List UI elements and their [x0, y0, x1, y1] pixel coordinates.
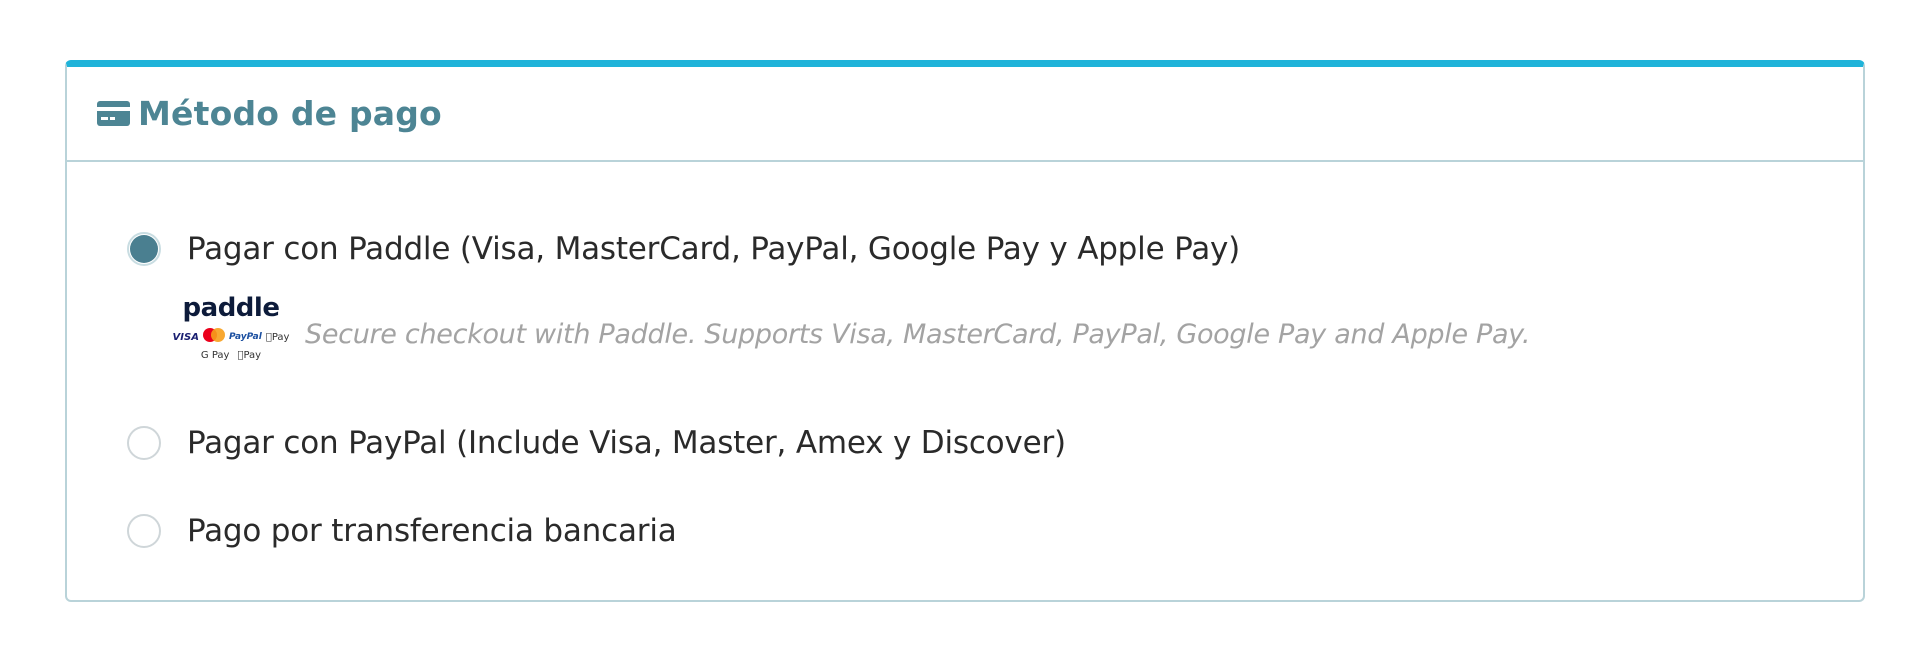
payment-option-paddle[interactable]: Pagar con Paddle (Visa, MasterCard, PayP…	[127, 231, 1240, 267]
paypal-icon: PayPal	[228, 332, 262, 342]
paddle-description: Secure checkout with Paddle. Supports Vi…	[305, 318, 1531, 350]
apple-pay-icon-2: Pay	[237, 349, 261, 361]
radio-dot	[130, 235, 158, 263]
google-pay-icon: G Pay	[200, 349, 230, 361]
payment-method-panel: Método de pago Pagar con Paddle (Visa, M…	[65, 60, 1865, 602]
payment-option-bank-transfer[interactable]: Pago por transferencia bancaria	[127, 513, 677, 549]
panel-title: Método de pago	[138, 94, 442, 133]
option-label-paddle[interactable]: Pagar con Paddle (Visa, MasterCard, PayP…	[187, 231, 1240, 267]
apple-pay-icon: Pay	[266, 331, 290, 343]
radio-bank-transfer[interactable]	[127, 514, 161, 548]
card-brands-row: VISA PayPal Pay	[172, 327, 290, 347]
radio-paypal[interactable]	[127, 426, 161, 460]
mastercard-icon	[202, 327, 225, 347]
credit-card-icon	[97, 101, 130, 126]
panel-header: Método de pago	[67, 67, 1863, 162]
visa-icon: VISA	[172, 331, 199, 343]
option-label-bank-transfer[interactable]: Pago por transferencia bancaria	[187, 513, 677, 549]
paddle-logo-text: paddle	[182, 293, 280, 323]
option-label-paypal[interactable]: Pagar con PayPal (Include Visa, Master, …	[187, 425, 1066, 461]
payment-option-paypal[interactable]: Pagar con PayPal (Include Visa, Master, …	[127, 425, 1066, 461]
wallet-brands-row: G Pay Pay	[201, 347, 261, 363]
radio-paddle[interactable]	[127, 232, 161, 266]
paddle-info: paddle VISA PayPal Pay G Pay Pay Secur…	[172, 293, 1531, 363]
paddle-logo: paddle VISA PayPal Pay G Pay Pay	[172, 293, 290, 363]
